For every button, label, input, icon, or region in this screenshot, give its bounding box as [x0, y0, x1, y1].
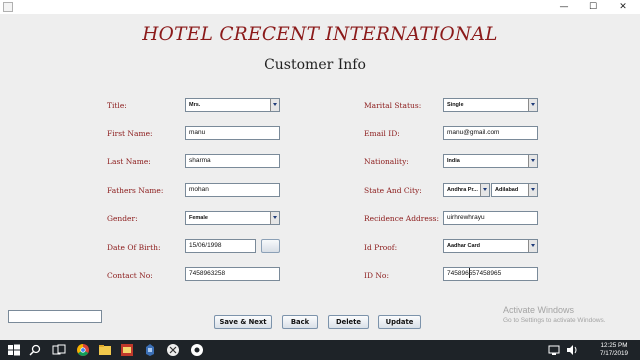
title-combo-value: Mrs. [189, 102, 201, 108]
nationality-combo[interactable]: India [443, 154, 538, 168]
id-no-field[interactable]: 745896557458965 [443, 267, 538, 281]
window-titlebar: — ☐ ✕ [0, 0, 640, 14]
save-next-button[interactable]: Save & Next [214, 315, 272, 329]
gender-label: Gender: [107, 214, 138, 223]
virtualbox-icon[interactable] [166, 343, 180, 357]
last-name-field[interactable]: sharma [185, 154, 280, 168]
update-button[interactable]: Update [378, 315, 421, 329]
id-proof-combo[interactable]: Aadhar Card [443, 239, 538, 253]
chevron-down-icon[interactable] [270, 99, 279, 111]
gender-combo[interactable]: Female [185, 211, 280, 225]
state-combo[interactable]: Andhra Pr... [443, 183, 490, 197]
fathers-name-field[interactable]: mohan [185, 183, 280, 197]
minimize-button[interactable]: — [549, 0, 579, 14]
address-field[interactable]: uirhrewhrayu [443, 211, 538, 225]
clock-date: 7/17/2019 [599, 350, 628, 357]
chevron-down-icon[interactable] [528, 240, 537, 252]
address-label: Recidence Address: [364, 214, 440, 223]
title-combo[interactable]: Mrs. [185, 98, 280, 112]
id-proof-value: Aadhar Card [447, 243, 481, 249]
page-title: Customer Info [264, 57, 366, 73]
id-proof-label: Id Proof: [364, 243, 398, 252]
chrome-icon[interactable] [76, 343, 90, 357]
first-name-field[interactable]: manu [185, 126, 280, 140]
email-field[interactable]: manu@gmail.com [443, 126, 538, 140]
status-field[interactable] [8, 310, 102, 323]
chevron-down-icon[interactable] [528, 155, 537, 167]
last-name-label: Last Name: [107, 157, 151, 166]
activate-windows-subtext: Go to Settings to activate Windows. [503, 317, 606, 324]
first-name-label: First Name: [107, 129, 153, 138]
volume-icon[interactable] [565, 343, 579, 357]
id-no-label: ID No: [364, 271, 389, 280]
chevron-down-icon[interactable] [528, 184, 537, 196]
marital-status-label: Marital Status: [364, 101, 422, 110]
contact-field[interactable]: 7458963258 [185, 267, 280, 281]
app-icon[interactable] [190, 343, 204, 357]
text-cursor-icon [469, 268, 470, 278]
chevron-down-icon[interactable] [270, 212, 279, 224]
delete-button[interactable]: Delete [328, 315, 369, 329]
task-view-icon[interactable] [52, 343, 66, 357]
customer-info-window: — ☐ ✕ HOTEL CRECENT INTERNATIONAL Custom… [0, 0, 640, 340]
maximize-button[interactable]: ☐ [578, 0, 608, 14]
network-icon[interactable] [547, 343, 561, 357]
java-icon[interactable] [143, 343, 157, 357]
contact-label: Contact No: [107, 271, 153, 280]
city-value: Adilabad [495, 187, 519, 193]
clock-time: 12:25 PM [600, 342, 628, 349]
close-button[interactable]: ✕ [608, 0, 638, 14]
nationality-value: India [447, 158, 460, 164]
taskbar: 12:25 PM 7/17/2019 [0, 340, 640, 360]
dob-label: Date Of Birth: [107, 243, 161, 252]
email-label: Email ID: [364, 129, 400, 138]
state-city-label: State And City: [364, 186, 422, 195]
marital-status-combo[interactable]: Single [443, 98, 538, 112]
java-window-icon [3, 2, 13, 12]
back-button[interactable]: Back [282, 315, 318, 329]
chevron-down-icon[interactable] [480, 184, 489, 196]
state-value: Andhra Pr... [447, 187, 478, 193]
activate-windows-watermark: Activate Windows [503, 305, 575, 315]
city-combo[interactable]: Adilabad [491, 183, 538, 197]
file-explorer-icon[interactable] [98, 343, 112, 357]
chevron-down-icon[interactable] [528, 99, 537, 111]
fathers-name-label: Fathers Name: [107, 186, 164, 195]
gender-combo-value: Female [189, 215, 208, 221]
nationality-label: Nationality: [364, 157, 409, 166]
hotel-title: HOTEL CRECENT INTERNATIONAL [142, 24, 498, 45]
marital-status-value: Single [447, 102, 464, 108]
ftp-icon[interactable] [120, 343, 134, 357]
search-icon[interactable] [28, 343, 42, 357]
dob-field[interactable]: 15/06/1998 [185, 239, 256, 253]
taskbar-clock[interactable]: 12:25 PM 7/17/2019 [600, 342, 628, 358]
windows-start-icon[interactable] [7, 343, 21, 357]
date-picker-button[interactable] [261, 239, 280, 253]
title-label: Title: [107, 101, 127, 110]
